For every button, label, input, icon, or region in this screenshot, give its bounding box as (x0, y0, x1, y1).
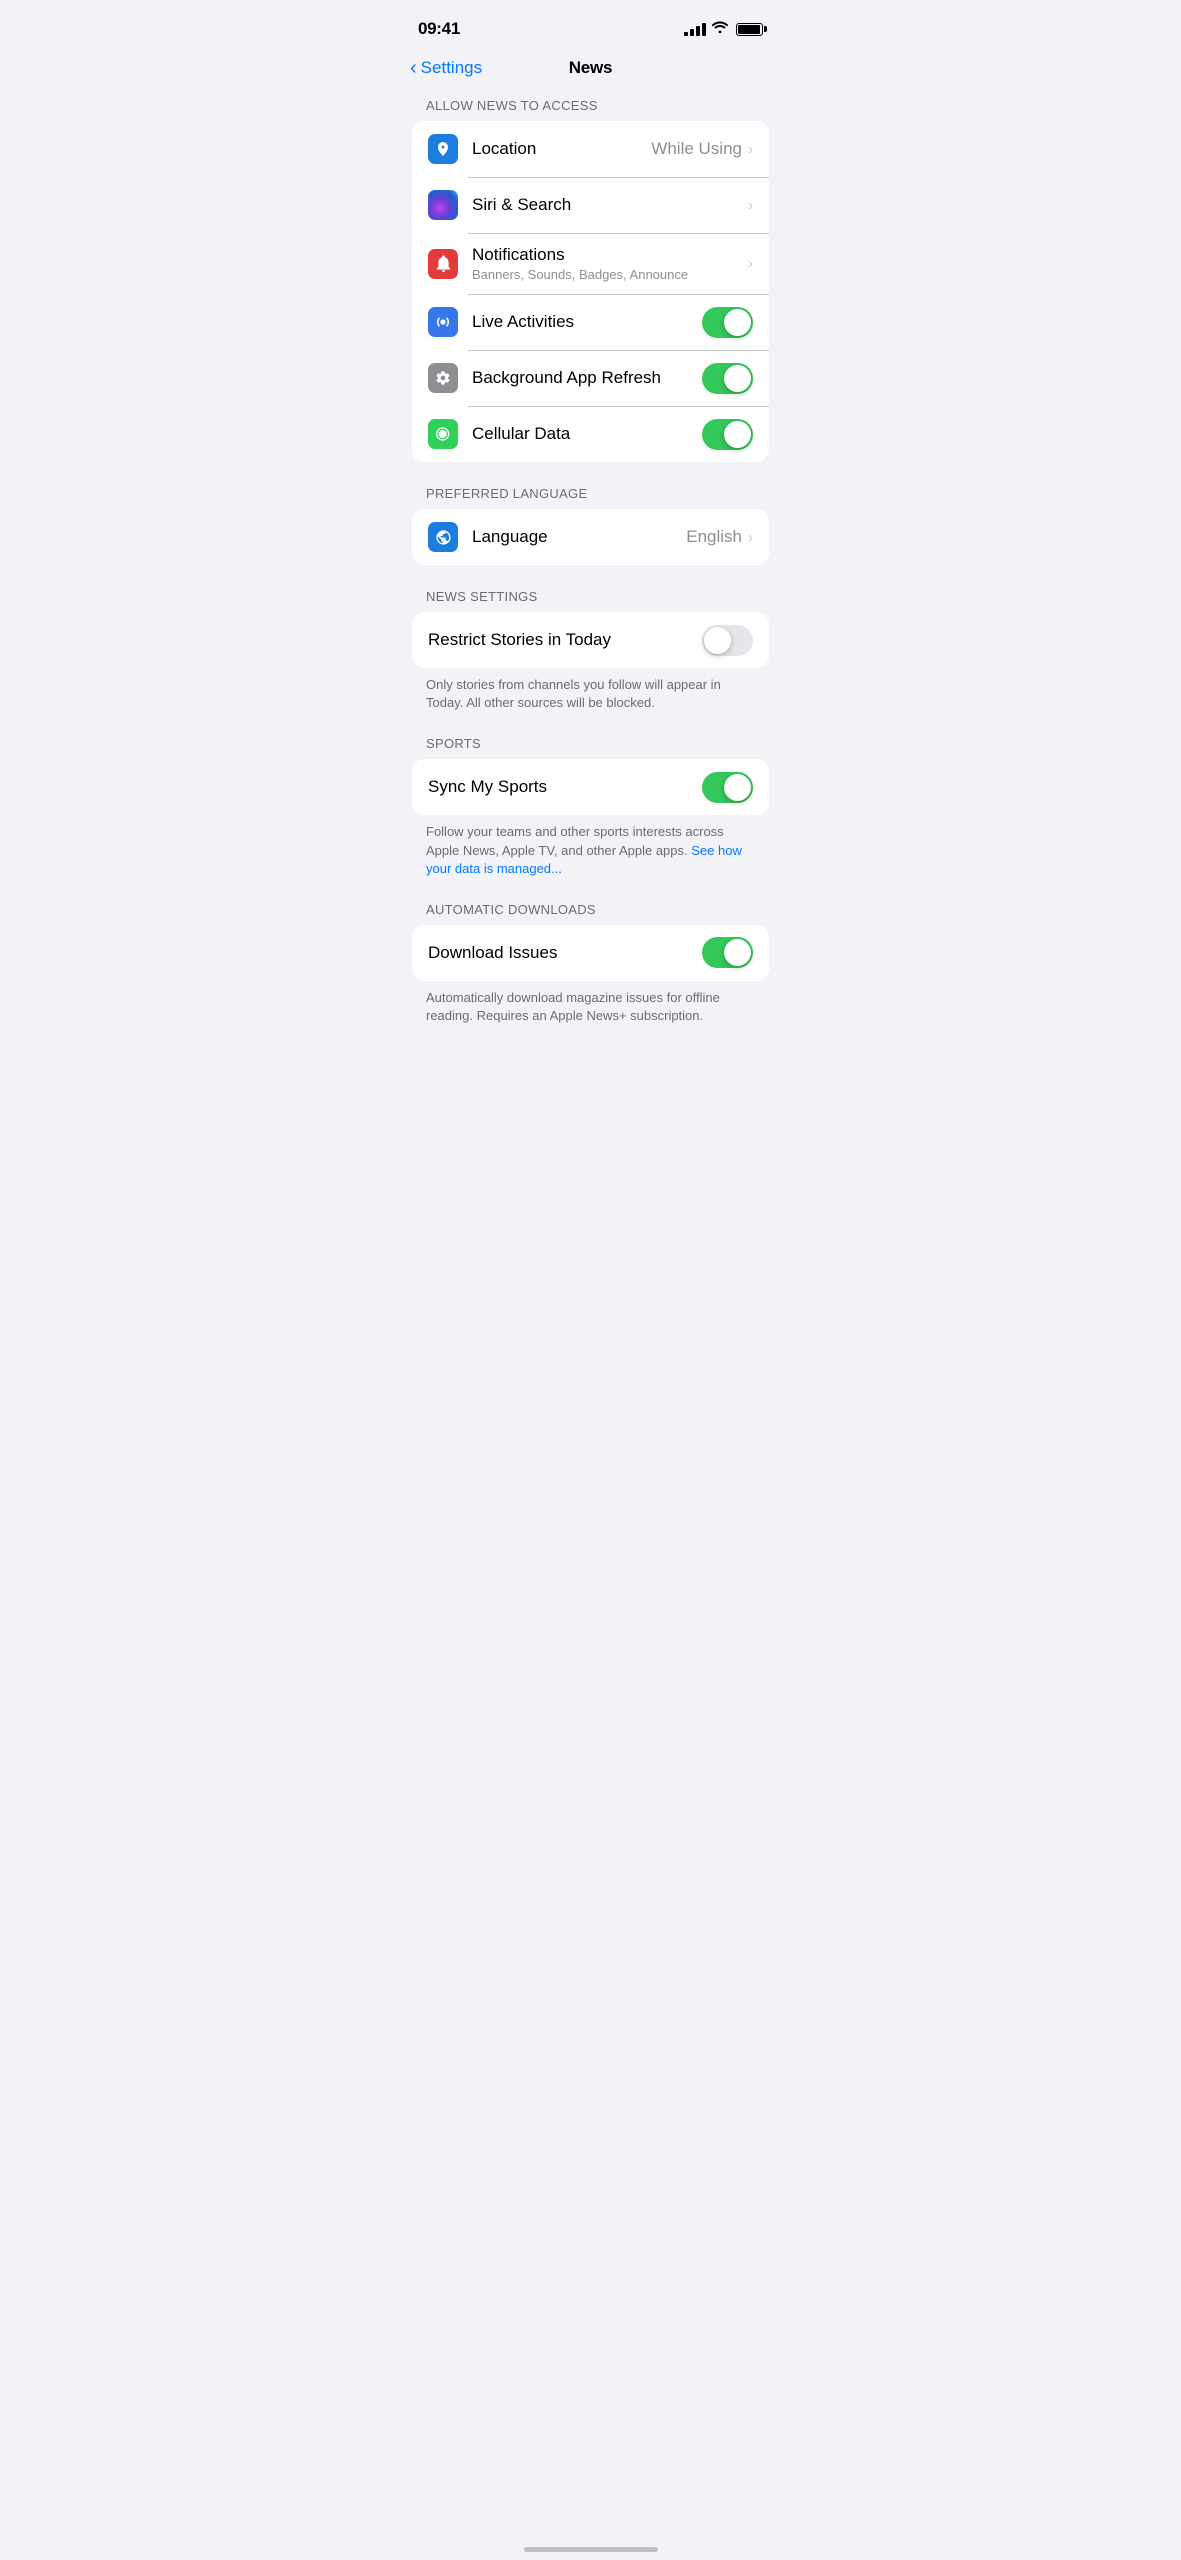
section-news-settings: NEWS SETTINGS Restrict Stories in Today … (394, 589, 787, 712)
language-card: Language English › (412, 509, 769, 565)
notifications-sublabel: Banners, Sounds, Badges, Announce (472, 267, 748, 282)
siri-icon (428, 190, 458, 220)
cellular-data-toggle[interactable] (702, 419, 753, 450)
row-background-refresh[interactable]: Background App Refresh (412, 350, 769, 406)
background-refresh-toggle[interactable] (702, 363, 753, 394)
cellular-data-label: Cellular Data (472, 424, 702, 444)
restrict-stories-toggle[interactable] (702, 625, 753, 656)
download-issues-toggle[interactable] (702, 937, 753, 968)
section-header-auto-downloads: AUTOMATIC DOWNLOADS (394, 902, 787, 925)
allow-access-card: Location While Using › Siri & Search › (412, 121, 769, 462)
notifications-label: Notifications (472, 245, 748, 265)
content: ALLOW NEWS TO ACCESS Location While Usin… (394, 90, 787, 1097)
restrict-stories-label: Restrict Stories in Today (428, 630, 702, 650)
siri-label: Siri & Search (472, 195, 748, 215)
location-value: While Using (651, 139, 742, 159)
live-activities-toggle[interactable] (702, 307, 753, 338)
row-siri[interactable]: Siri & Search › (412, 177, 769, 233)
section-header-language: PREFERRED LANGUAGE (394, 486, 787, 509)
sports-card: Sync My Sports (412, 759, 769, 815)
background-refresh-icon (428, 363, 458, 393)
row-sync-sports[interactable]: Sync My Sports (412, 759, 769, 815)
notifications-icon (428, 249, 458, 279)
row-cellular-data[interactable]: Cellular Data (412, 406, 769, 462)
home-indicator (524, 2547, 658, 2552)
back-button[interactable]: ‹ Settings (410, 58, 482, 78)
section-automatic-downloads: AUTOMATIC DOWNLOADS Download Issues Auto… (394, 902, 787, 1025)
row-download-issues[interactable]: Download Issues (412, 925, 769, 981)
nav-bar: ‹ Settings News (394, 50, 787, 90)
section-allow-access: ALLOW NEWS TO ACCESS Location While Usin… (394, 98, 787, 462)
restrict-stories-footer: Only stories from channels you follow wi… (394, 668, 787, 712)
news-settings-card: Restrict Stories in Today (412, 612, 769, 668)
section-header-sports: SPORTS (394, 736, 787, 759)
sync-sports-label: Sync My Sports (428, 777, 702, 797)
live-activities-label: Live Activities (472, 312, 702, 332)
row-restrict-stories[interactable]: Restrict Stories in Today (412, 612, 769, 668)
live-activities-icon (428, 307, 458, 337)
auto-downloads-card: Download Issues (412, 925, 769, 981)
page-title: News (569, 58, 613, 78)
siri-chevron-icon: › (748, 197, 753, 214)
signal-bars-icon (684, 23, 706, 36)
row-live-activities[interactable]: Live Activities (412, 294, 769, 350)
auto-downloads-footer: Automatically download magazine issues f… (394, 981, 787, 1025)
wifi-icon (712, 20, 728, 38)
background-refresh-label: Background App Refresh (472, 368, 702, 388)
status-icons (684, 20, 763, 38)
download-issues-label: Download Issues (428, 943, 702, 963)
sync-sports-toggle[interactable] (702, 772, 753, 803)
language-chevron-icon: › (748, 529, 753, 546)
language-value: English (686, 527, 742, 547)
location-icon (428, 134, 458, 164)
section-header-news-settings: NEWS SETTINGS (394, 589, 787, 612)
back-label: Settings (421, 58, 482, 78)
section-sports: SPORTS Sync My Sports Follow your teams … (394, 736, 787, 878)
section-preferred-language: PREFERRED LANGUAGE Language English › (394, 486, 787, 565)
notifications-chevron-icon: › (748, 255, 753, 272)
battery-icon (736, 23, 763, 36)
language-globe-icon (428, 522, 458, 552)
language-label: Language (472, 527, 686, 547)
row-notifications[interactable]: Notifications Banners, Sounds, Badges, A… (412, 233, 769, 294)
cellular-data-icon (428, 419, 458, 449)
location-label: Location (472, 139, 651, 159)
row-location[interactable]: Location While Using › (412, 121, 769, 177)
status-bar: 09:41 (394, 0, 787, 50)
row-language[interactable]: Language English › (412, 509, 769, 565)
status-time: 09:41 (418, 19, 460, 39)
sports-footer: Follow your teams and other sports inter… (394, 815, 787, 878)
location-chevron-icon: › (748, 141, 753, 158)
section-header-allow-access: ALLOW NEWS TO ACCESS (394, 98, 787, 121)
back-chevron-icon: ‹ (410, 58, 417, 78)
